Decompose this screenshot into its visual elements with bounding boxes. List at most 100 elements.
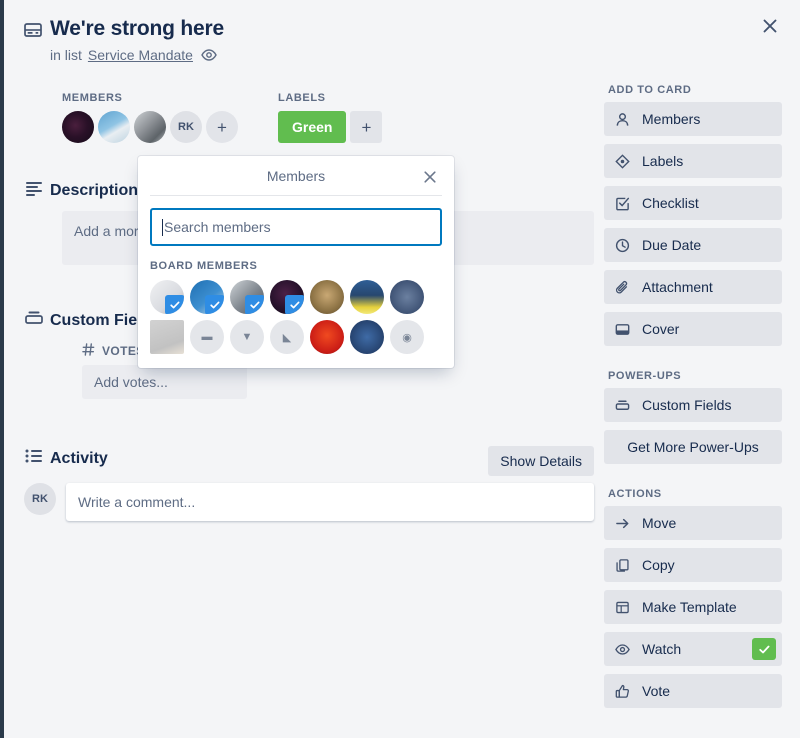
board-member-3[interactable] [230, 280, 264, 314]
sidebar-item-make-template[interactable]: Make Template [604, 590, 782, 624]
sidebar-item-move[interactable]: Move [604, 506, 782, 540]
sidebar-divider [604, 354, 782, 370]
checkbox-icon [615, 196, 631, 211]
selected-check-icon [245, 295, 264, 314]
actions-heading: ACTIONS [608, 488, 662, 500]
board-member-10[interactable]: ▼ [230, 320, 264, 354]
activity-title: Activity [50, 449, 108, 467]
in-list-prefix: in list [50, 47, 82, 63]
sidebar-item-label: Vote [642, 683, 671, 699]
card-icon [24, 16, 50, 44]
add-to-card-heading: ADD TO CARD [608, 84, 692, 96]
sidebar-item-label: Watch [642, 641, 682, 657]
description-title: Description [50, 181, 139, 199]
board-members-heading: BOARD MEMBERS [150, 260, 258, 272]
sidebar-item-label: Due Date [642, 237, 702, 253]
cover-icon [615, 322, 631, 337]
activity-section: Activity Show Details RK Write a comment… [24, 446, 594, 521]
sidebar-item-members[interactable]: Members [604, 102, 782, 136]
board-member-1[interactable] [150, 280, 184, 314]
sidebar-item-label: Move [642, 515, 677, 531]
board-member-13[interactable] [350, 320, 384, 354]
sidebar-item-attachment[interactable]: Attachment [604, 270, 782, 304]
sidebar-item-cover[interactable]: Cover [604, 312, 782, 346]
sidebar-item-label: Get More Power-Ups [627, 439, 759, 455]
board-member-2[interactable] [190, 280, 224, 314]
eye-icon [615, 642, 631, 657]
card-sidebar: ADD TO CARD Members Labels Checklist Due… [604, 84, 782, 716]
label-chip-green[interactable]: Green [278, 111, 347, 143]
sidebar-item-due-date[interactable]: Due Date [604, 228, 782, 262]
selected-check-icon [165, 295, 184, 314]
close-icon [763, 19, 777, 33]
card-detail-modal: We're strong here in list Service Mandat… [4, 0, 800, 738]
label-icon [615, 153, 631, 169]
copy-icon [615, 558, 631, 573]
board-member-glyph: ◣ [282, 331, 292, 344]
card-members-row: RK + [62, 111, 238, 143]
board-member-5[interactable] [310, 280, 344, 314]
person-icon [615, 112, 631, 127]
labels-column: LABELS Green + [278, 92, 383, 143]
board-member-9[interactable]: ▬ [190, 320, 224, 354]
sidebar-item-label: Attachment [642, 279, 713, 295]
card-labels-row: Green + [278, 111, 383, 143]
comment-input[interactable]: Write a comment... [66, 483, 594, 521]
board-member-glyph: ◉ [402, 331, 412, 344]
description-icon [24, 178, 50, 203]
member-avatar-initials: RK [178, 121, 194, 133]
member-avatar-1[interactable] [62, 111, 94, 143]
sidebar-item-custom-fields[interactable]: Custom Fields [604, 388, 782, 422]
board-member-8[interactable] [150, 320, 184, 354]
close-icon [424, 171, 436, 183]
board-member-12[interactable] [310, 320, 344, 354]
sidebar-item-label: Labels [642, 153, 684, 169]
paperclip-icon [615, 280, 631, 295]
popover-close-button[interactable] [418, 165, 442, 189]
custom-fields-icon [615, 398, 631, 413]
card-header: We're strong here in list Service Mandat… [24, 16, 614, 63]
activity-icon [24, 446, 50, 471]
board-member-6[interactable] [350, 280, 384, 314]
power-ups-heading: POWER-UPS [608, 370, 682, 382]
members-heading: MEMBERS [62, 92, 123, 104]
board-member-4[interactable] [270, 280, 304, 314]
clock-icon [615, 238, 631, 253]
list-name-link[interactable]: Service Mandate [88, 47, 193, 63]
close-card-button[interactable] [754, 10, 786, 42]
add-label-button[interactable]: + [350, 111, 383, 143]
sidebar-item-get-more-power-ups[interactable]: Get More Power-Ups [604, 430, 782, 464]
sidebar-item-labels[interactable]: Labels [604, 144, 782, 178]
watching-eye-icon[interactable] [201, 47, 217, 63]
card-subtitle: in list Service Mandate [50, 47, 224, 63]
sidebar-item-vote[interactable]: Vote [604, 674, 782, 708]
sidebar-item-checklist[interactable]: Checklist [604, 186, 782, 220]
thumbs-up-icon [615, 684, 631, 699]
member-avatar-2[interactable] [98, 111, 130, 143]
board-member-7[interactable] [390, 280, 424, 314]
watch-enabled-badge [752, 638, 776, 660]
add-member-button[interactable]: + [206, 111, 238, 143]
text-caret [162, 218, 163, 236]
board-member-11[interactable]: ◣ [270, 320, 304, 354]
selected-check-icon [205, 295, 224, 314]
sidebar-item-label: Copy [642, 557, 675, 573]
sidebar-item-watch[interactable]: Watch [604, 632, 782, 666]
sidebar-item-label: Make Template [642, 599, 737, 615]
sidebar-divider [604, 472, 782, 488]
sidebar-item-label: Checklist [642, 195, 699, 211]
search-input-placeholder: Search members [164, 219, 271, 235]
sidebar-item-label: Custom Fields [642, 397, 732, 413]
popover-title: Members [266, 167, 326, 184]
board-member-14[interactable]: ◉ [390, 320, 424, 354]
votes-input[interactable]: Add votes... [82, 365, 247, 399]
board-member-glyph: ▬ [201, 331, 213, 343]
show-details-button[interactable]: Show Details [488, 446, 594, 476]
board-members-grid: ▬ ▼ ◣ ◉ [150, 280, 442, 354]
custom-fields-icon [24, 308, 50, 333]
member-avatar-3[interactable] [134, 111, 166, 143]
member-avatar-4[interactable]: RK [170, 111, 202, 143]
board-member-glyph: ▼ [241, 331, 253, 343]
sidebar-item-copy[interactable]: Copy [604, 548, 782, 582]
search-input[interactable]: Search members [150, 208, 442, 246]
